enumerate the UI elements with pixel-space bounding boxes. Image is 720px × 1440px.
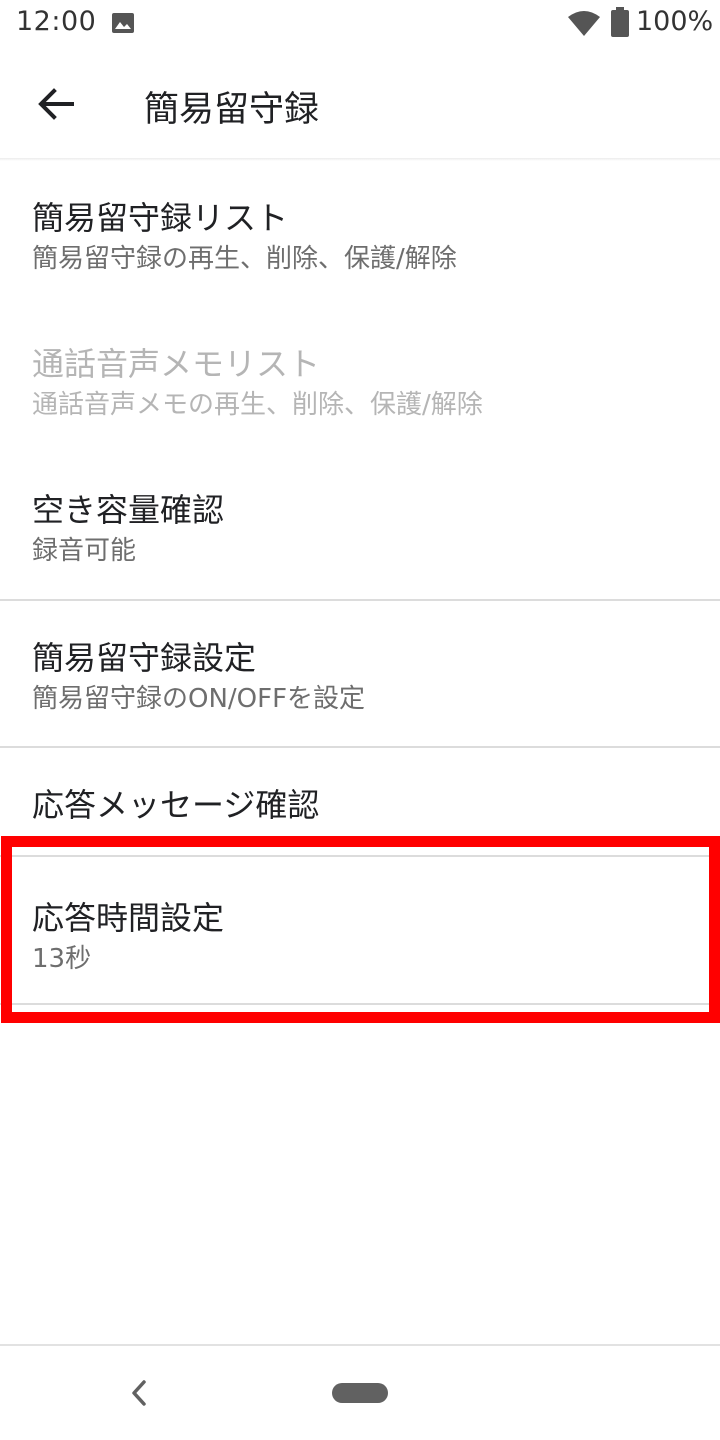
menu-item-subtitle: 通話音声メモの再生、削除、保護/解除 — [32, 390, 483, 420]
menu-item-subtitle: 簡易留守録の再生、削除、保護/解除 — [32, 244, 457, 274]
status-time: 12:00 — [16, 6, 97, 37]
page-title: 簡易留守録 — [144, 90, 320, 130]
menu-item-title: 応答メッセージ確認 — [32, 786, 320, 824]
arrow-left-icon — [38, 88, 74, 120]
navigation-bar — [0, 1344, 720, 1440]
menu-item-voice-memo-list: 通話音声メモリスト 通話音声メモの再生、削除、保護/解除 — [0, 307, 720, 453]
menu-item-title: 簡易留守録リスト — [32, 199, 289, 237]
nav-home-pill[interactable] — [332, 1383, 388, 1403]
wifi-icon — [568, 11, 600, 36]
back-button[interactable] — [22, 70, 90, 138]
battery-percent: 100% — [636, 6, 714, 37]
menu-item-title: 空き容量確認 — [32, 491, 225, 529]
menu-item-recording-list[interactable]: 簡易留守録リスト 簡易留守録の再生、削除、保護/解除 — [0, 161, 720, 307]
menu-item-subtitle: 録音可能 — [32, 536, 137, 566]
menu-item-subtitle: 簡易留守録のON/OFFを設定 — [32, 684, 366, 714]
app-bar: 簡易留守録 — [0, 48, 720, 160]
menu-item-title: 簡易留守録設定 — [32, 639, 257, 677]
menu-item-title: 通話音声メモリスト — [32, 345, 321, 383]
menu-item-recording-settings[interactable]: 簡易留守録設定 簡易留守録のON/OFFを設定 — [0, 601, 720, 747]
battery-icon — [611, 7, 629, 37]
image-icon — [112, 13, 134, 33]
status-bar: 12:00 100% — [0, 0, 720, 48]
nav-back-icon[interactable] — [124, 1376, 154, 1410]
menu-item-storage-check[interactable]: 空き容量確認 録音可能 — [0, 453, 720, 599]
highlight-frame — [1, 836, 720, 1023]
